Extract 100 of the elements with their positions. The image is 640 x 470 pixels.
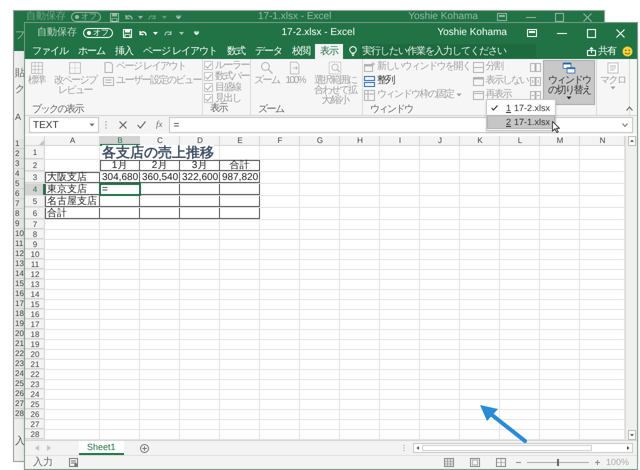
insert-function-button[interactable]: fx — [156, 118, 162, 132]
macro-record-icon[interactable] — [69, 458, 78, 467]
row-header[interactable]: 12 — [14, 249, 25, 259]
save-icon[interactable] — [123, 28, 132, 38]
column-header[interactable]: G — [300, 136, 340, 146]
ribbon-tab[interactable]: ホーム — [73, 44, 110, 59]
row-header[interactable]: 2 — [25, 160, 45, 171]
add-sheet-icon[interactable] — [140, 444, 149, 452]
ribbon-button[interactable]: 整列 — [364, 74, 471, 88]
row-header[interactable]: 18 — [25, 330, 45, 339]
column-header[interactable]: F — [260, 136, 300, 146]
row-header[interactable]: 4 — [14, 169, 25, 179]
row-header[interactable]: 25 — [25, 400, 45, 409]
row-header[interactable]: 24 — [14, 369, 25, 379]
table-cell[interactable]: 合計 — [45, 208, 100, 219]
row-header[interactable]: 4 — [25, 184, 45, 195]
row-header[interactable]: 1 — [14, 139, 25, 149]
ribbon-tab[interactable]: ファイル — [27, 44, 73, 59]
row-header[interactable]: 10 — [14, 229, 25, 239]
horizontal-scrollbar[interactable] — [413, 443, 633, 453]
ribbon-tab[interactable]: 校閲 — [286, 44, 315, 59]
share-button[interactable]: 共有 — [587, 44, 616, 59]
table-cell[interactable] — [140, 196, 180, 207]
table-cell[interactable]: 1月 — [100, 160, 140, 171]
row-header[interactable]: 9 — [14, 219, 25, 229]
row-header[interactable]: 19 — [25, 340, 45, 349]
row-header[interactable]: 13 — [14, 259, 25, 269]
caret-icon[interactable] — [153, 32, 158, 34]
row-header[interactable]: 16 — [25, 310, 45, 319]
row-header[interactable]: 19 — [14, 319, 25, 329]
row-header[interactable]: 8 — [14, 209, 25, 219]
expand-icon[interactable] — [622, 123, 628, 127]
row-header[interactable]: 14 — [25, 290, 45, 299]
row-header[interactable]: 8 — [25, 230, 45, 239]
customize-caret-icon[interactable] — [194, 31, 199, 35]
table-cell[interactable]: 987,820 — [220, 172, 260, 183]
table-cell[interactable]: 大阪支店 — [45, 172, 100, 183]
row-header[interactable]: 14 — [14, 269, 25, 279]
row-header[interactable]: 23 — [14, 359, 25, 369]
sheet-tab[interactable]: Sheet1 — [79, 441, 124, 455]
row-header[interactable]: 25 — [14, 379, 25, 389]
ribbon-tab[interactable]: 数式 — [222, 44, 250, 59]
column-header[interactable]: E — [220, 136, 260, 146]
ribbon-label[interactable]: 貼 — [15, 69, 25, 79]
column-header[interactable]: C — [140, 136, 180, 146]
caret-icon[interactable] — [89, 123, 95, 127]
row-header[interactable]: 12 — [25, 270, 45, 279]
row-header[interactable]: 3 — [25, 172, 45, 183]
table-cell[interactable] — [140, 208, 180, 219]
table-cell[interactable] — [180, 208, 220, 219]
row-header[interactable]: 20 — [25, 350, 45, 359]
table-cell[interactable]: 3月 — [180, 160, 220, 171]
undo-icon[interactable] — [138, 28, 147, 38]
row-header[interactable]: 13 — [25, 280, 45, 289]
column-header[interactable]: L — [500, 136, 540, 146]
table-cell[interactable]: 名古屋支店 — [45, 196, 100, 207]
row-header[interactable]: 16 — [14, 289, 25, 299]
table-cell[interactable]: 360,540 — [140, 172, 180, 183]
row-header[interactable]: 17 — [25, 320, 45, 329]
scroll-left-icon[interactable] — [414, 444, 422, 452]
maximize-icon[interactable] — [587, 28, 596, 38]
row-header[interactable]: 6 — [25, 208, 45, 219]
row-header[interactable]: 3 — [14, 159, 25, 169]
row-header[interactable]: 2 — [14, 149, 25, 159]
table-cell[interactable] — [220, 184, 260, 195]
row-header[interactable]: 27 — [25, 420, 45, 429]
row-header[interactable]: 22 — [25, 370, 45, 379]
table-cell[interactable]: 2月 — [140, 160, 180, 171]
sheet-cell[interactable]: 各支店の売上推移 — [102, 145, 214, 160]
table-cell[interactable] — [180, 196, 220, 207]
customize-caret-icon[interactable] — [176, 15, 181, 19]
ribbon-button[interactable]: ウィンドウの切り替え — [543, 60, 596, 105]
table-cell[interactable]: 合計 — [220, 160, 260, 171]
ribbon-tab[interactable]: 表示 — [314, 44, 343, 59]
redo-icon[interactable] — [164, 28, 173, 38]
page-break-icon[interactable] — [496, 458, 506, 467]
normal-view-icon[interactable] — [444, 458, 454, 467]
row-header[interactable]: 11 — [14, 239, 25, 249]
save-icon[interactable] — [110, 12, 119, 22]
page-layout-icon[interactable] — [470, 458, 480, 467]
row-header[interactable]: 20 — [14, 329, 25, 339]
row-header[interactable]: 10 — [25, 250, 45, 259]
column-header[interactable]: I — [380, 136, 420, 146]
row-header[interactable]: 26 — [25, 410, 45, 419]
table-cell[interactable]: = — [100, 184, 140, 195]
autosave-toggle[interactable]: オフ — [83, 28, 113, 38]
tell-me-field[interactable]: 実行したい作業を入力してください — [360, 44, 536, 58]
row-header[interactable]: 21 — [14, 339, 25, 349]
smiley-icon[interactable] — [622, 46, 633, 57]
vertical-scrollbar[interactable] — [625, 136, 637, 440]
slider-thumb[interactable] — [556, 459, 559, 466]
column-header[interactable]: N — [580, 136, 625, 146]
cancel-icon[interactable] — [119, 121, 127, 129]
collapse-ribbon-icon[interactable] — [626, 106, 633, 111]
table-cell[interactable] — [220, 208, 260, 219]
scroll-up-icon[interactable] — [628, 136, 636, 146]
maximize-icon[interactable] — [555, 12, 564, 22]
table-cell[interactable]: 304,680 — [100, 172, 140, 183]
zoom-in-icon[interactable] — [594, 460, 600, 465]
close-icon[interactable] — [583, 12, 592, 22]
